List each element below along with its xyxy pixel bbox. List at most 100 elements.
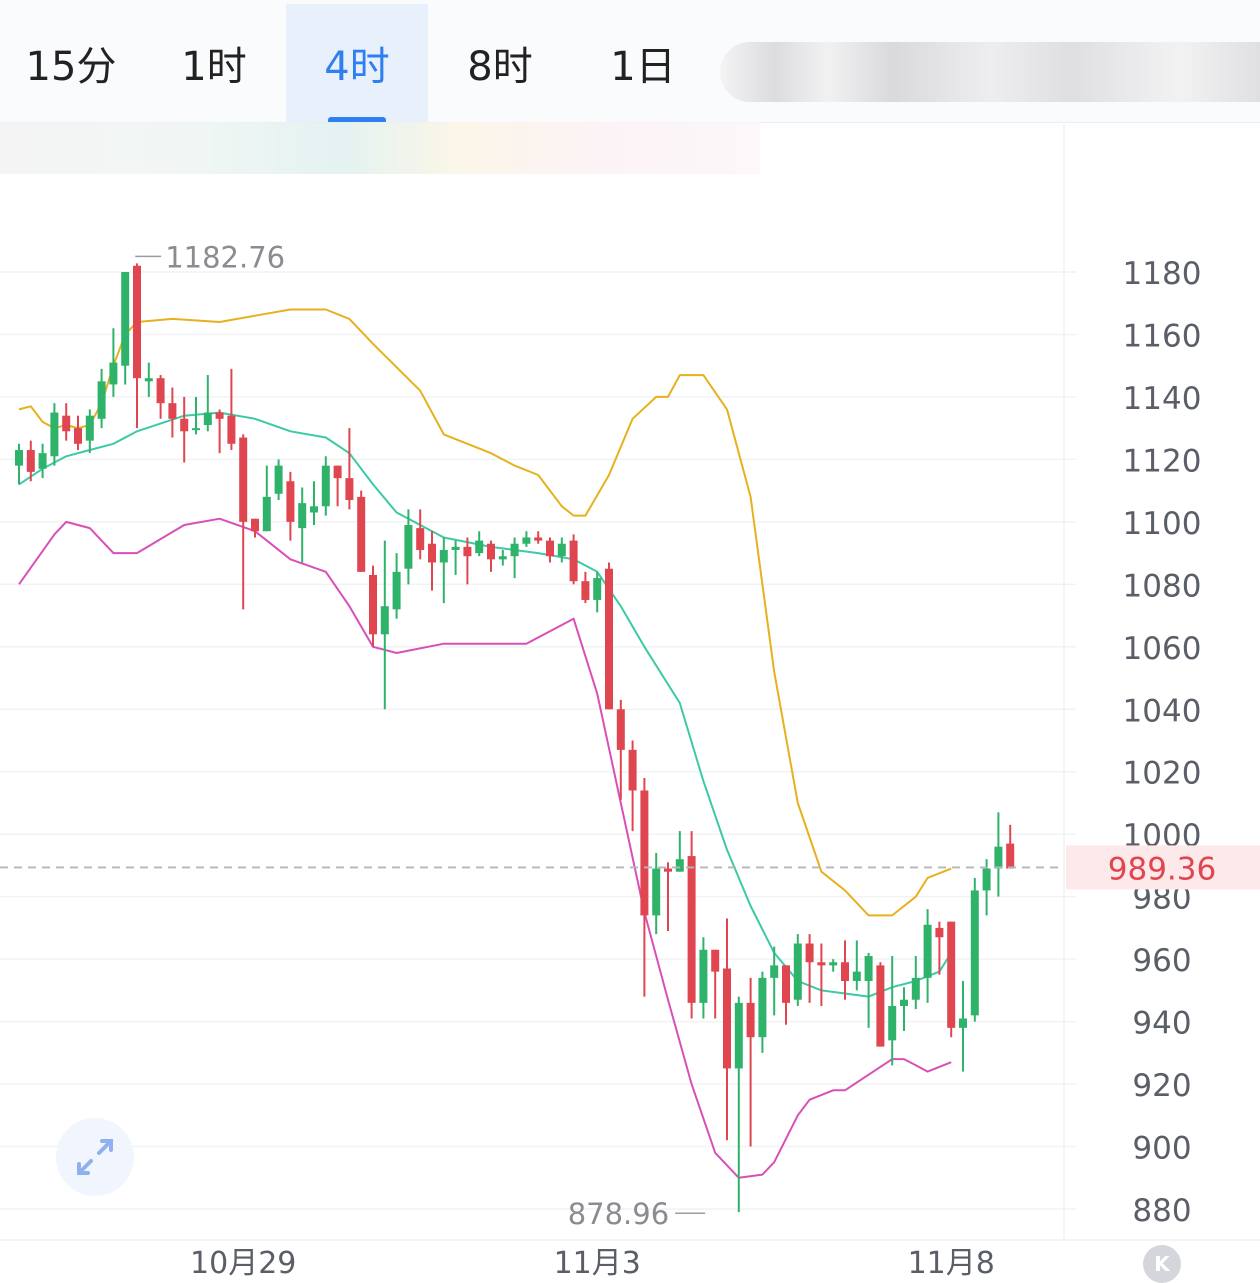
candle-body: [734, 1002, 743, 1069]
candle-body: [380, 606, 389, 635]
candle-body: [510, 543, 519, 557]
candle-body: [26, 450, 35, 472]
y-tick-label: 1020: [1123, 756, 1202, 792]
candle-body: [959, 1018, 967, 1028]
candle-body: [911, 977, 920, 1000]
candle-body: [85, 415, 94, 441]
candle-body: [546, 540, 554, 557]
candle-body: [74, 428, 82, 444]
candle-body: [392, 571, 401, 610]
candle-body: [982, 868, 991, 891]
candle-body: [62, 415, 71, 432]
candle-body: [675, 859, 684, 872]
candle-body: [15, 450, 23, 466]
y-tick-label: 960: [1132, 943, 1191, 979]
candle-body: [487, 543, 495, 560]
candle-body: [310, 506, 318, 513]
y-tick-label: 1100: [1123, 506, 1202, 542]
candle-body: [782, 965, 790, 1003]
candle-body: [852, 971, 861, 981]
candle-body: [286, 481, 295, 522]
candle-body: [97, 381, 106, 419]
expand-chart-button[interactable]: [56, 1118, 134, 1196]
candle-body: [239, 437, 248, 522]
candle-body: [156, 378, 165, 404]
candle-body: [121, 272, 130, 366]
candle-body: [746, 1002, 755, 1038]
candle-body: [321, 465, 330, 507]
candle-body: [628, 749, 637, 791]
candle-body: [723, 968, 731, 1069]
candle-body: [203, 412, 212, 426]
candle-body: [900, 999, 908, 1006]
x-tick-label: 11月8: [908, 1246, 995, 1279]
y-tick-label: 1040: [1123, 693, 1202, 729]
y-tick-label: 1140: [1123, 381, 1202, 417]
candle-body: [451, 546, 460, 550]
y-tick-label: 920: [1132, 1068, 1191, 1104]
candle-body: [970, 890, 979, 1016]
candle-body: [262, 496, 271, 532]
candle-body: [192, 428, 200, 431]
candle-body: [699, 949, 708, 1003]
y-tick-label: 1060: [1123, 631, 1202, 667]
x-tick-label: 10月29: [190, 1246, 296, 1279]
candle-body: [829, 962, 838, 966]
candle-body: [498, 556, 507, 560]
candle-body: [180, 418, 189, 432]
candle-body: [947, 921, 956, 1028]
y-tick-label: 900: [1132, 1131, 1191, 1167]
candle-body: [227, 415, 236, 444]
x-tick-label: 11月3: [554, 1246, 641, 1279]
candle-body: [428, 543, 436, 563]
expand-arrows-icon: [77, 1139, 113, 1175]
candle-body: [770, 965, 779, 978]
candle-body: [817, 962, 826, 966]
candle-body: [923, 924, 932, 978]
candle-body: [463, 546, 472, 557]
y-tick-label: 1160: [1123, 318, 1202, 354]
candle-body: [38, 453, 47, 469]
candle-body: [369, 574, 377, 635]
high-price-annotation: 1182.76: [165, 240, 285, 274]
candle-body: [404, 524, 413, 569]
candle-body: [605, 568, 613, 710]
kline-settings-button[interactable]: K: [1143, 1245, 1181, 1283]
bollinger-lower-line: [18, 517, 952, 1179]
candle-body: [569, 540, 578, 582]
candle-body: [935, 927, 944, 938]
y-tick-label: 880: [1132, 1193, 1191, 1229]
candle-body: [416, 528, 425, 550]
candle-body: [876, 965, 885, 1047]
candle-body: [357, 496, 366, 572]
candle-body: [640, 790, 649, 916]
candle-body: [534, 537, 543, 541]
y-tick-label: 940: [1132, 1006, 1191, 1042]
candle-body: [133, 265, 141, 379]
candle-body: [1006, 843, 1015, 869]
candle-body: [758, 977, 767, 1038]
k-icon: K: [1154, 1252, 1170, 1276]
candle-body: [274, 465, 283, 494]
candle-body: [593, 578, 602, 600]
chart-svg[interactable]: 1180116011401120110010801060104010201000…: [0, 0, 1260, 1281]
candle-body: [298, 503, 307, 529]
y-tick-label: 1180: [1123, 256, 1202, 292]
y-tick-label: 1080: [1123, 568, 1202, 604]
candle-body: [805, 943, 814, 963]
bollinger-middle-line: [18, 411, 953, 998]
candle-body: [888, 1005, 897, 1041]
candle-body: [841, 962, 849, 981]
candlestick-chart[interactable]: 1180 1160 1140 1120 1100 1080 1060 1040 1020 1000…: [0, 0, 1260, 1281]
candle-body: [652, 868, 661, 916]
candle-body: [475, 540, 484, 554]
candle-body: [687, 856, 696, 1003]
candle-body: [439, 549, 448, 563]
candle-body: [664, 868, 672, 872]
candle-body: [711, 949, 720, 972]
candle-body: [345, 478, 354, 501]
candle-body: [168, 403, 177, 419]
candle-body: [581, 581, 590, 600]
candle-body: [616, 709, 625, 750]
low-price-annotation: 878.96: [568, 1197, 669, 1231]
